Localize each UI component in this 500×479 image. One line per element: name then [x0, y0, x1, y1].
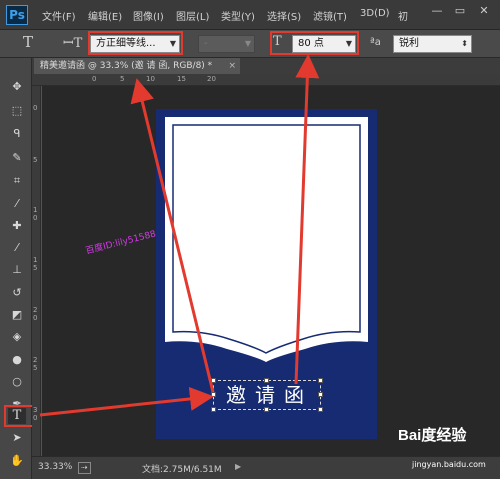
dodge-icon[interactable]: ○ [8, 374, 26, 390]
ruler-tick: 0 [92, 75, 97, 83]
transform-handle[interactable] [318, 392, 323, 397]
ruler-tick: 0 [33, 104, 38, 112]
path-select-icon[interactable]: ➤ [8, 430, 26, 446]
ruler-tick: 20 [207, 75, 216, 83]
menu-3d[interactable]: 3D(D) [360, 8, 390, 19]
invitation-title[interactable]: 邀请函 [226, 379, 313, 408]
menu-edit[interactable]: 编辑(E) [88, 8, 122, 23]
font-style-value: - [204, 38, 208, 49]
baidu-logo: Bai度经验 [398, 427, 467, 444]
options-bar: T ꟷT 方正细等线... ▼ - ▼ T 80 点 ▼ ªa 锐利 ⬍ [0, 30, 500, 58]
chevron-down-icon: ▼ [244, 39, 251, 48]
transform-handle[interactable] [211, 378, 216, 383]
brush-icon[interactable]: ⁄ [8, 240, 26, 256]
export-icon[interactable]: ⇢ [78, 462, 91, 474]
menu-file[interactable]: 文件(F) [42, 8, 76, 23]
transform-handle[interactable] [211, 392, 216, 397]
menu-view[interactable]: 初 [398, 8, 408, 23]
ruler-tick: 2 5 [33, 356, 38, 372]
menu-type[interactable]: 类型(Y) [221, 8, 255, 23]
antialias-value: 锐利 [399, 38, 419, 49]
text-tool-icon[interactable]: T [23, 33, 33, 51]
document-tab[interactable]: 精美邀请函 @ 33.3% (邀 请 函, RGB/8) * × [34, 58, 240, 74]
antialias-select[interactable]: 锐利 ⬍ [393, 35, 472, 53]
vertical-ruler: 0 5 1 0 1 5 2 0 2 5 3 0 [32, 86, 41, 456]
ruler-tick: 3 0 [33, 406, 38, 422]
ruler-tick: 2 0 [33, 306, 38, 322]
font-size-highlight [270, 31, 359, 55]
move-tool-icon[interactable]: ✥ [8, 79, 26, 95]
baidu-brand: Bai度经验 jingyan.baidu.com [398, 424, 498, 476]
lasso-icon[interactable]: ᑫ [8, 126, 26, 142]
quick-select-icon[interactable]: ✎ [8, 150, 26, 166]
history-brush-icon[interactable]: ↺ [8, 285, 26, 301]
hand-icon[interactable]: ✋ [8, 453, 26, 469]
paint-bucket-icon[interactable]: ◈ [8, 329, 26, 345]
baidu-url: jingyan.baidu.com [412, 460, 486, 469]
chevron-down-icon: ⬍ [461, 39, 468, 48]
ruler-tick: 1 5 [33, 256, 38, 272]
clone-stamp-icon[interactable]: ⊥ [8, 262, 26, 278]
font-style-select[interactable]: - ▼ [198, 35, 255, 53]
app-logo: Ps [6, 5, 28, 25]
healing-brush-icon[interactable]: ✚ [8, 218, 26, 234]
menu-bar: Ps 文件(F) 编辑(E) 图像(I) 图层(L) 类型(Y) 选择(S) 滤… [0, 0, 500, 30]
transform-handle[interactable] [318, 378, 323, 383]
eyedropper-icon[interactable]: ⁄ [8, 196, 26, 212]
marquee-icon[interactable]: ⬚ [8, 103, 26, 119]
transform-handle[interactable] [318, 407, 323, 412]
ruler-tick: 5 [120, 75, 125, 83]
text-orientation-icon[interactable]: ꟷT [63, 33, 82, 51]
ruler-tick: 1 0 [33, 206, 38, 222]
tab-bar: 精美邀请函 @ 33.3% (邀 请 函, RGB/8) * × [32, 58, 500, 74]
close-icon[interactable]: × [228, 58, 236, 74]
ruler-tick: 5 [33, 156, 38, 164]
blur-icon[interactable]: ● [8, 352, 26, 368]
document-info: 文档:2.75M/6.51M [142, 465, 222, 475]
eraser-icon[interactable]: ◩ [8, 307, 26, 323]
document-tab-title: 精美邀请函 @ 33.3% (邀 请 函, RGB/8) * [40, 61, 213, 71]
horizontal-ruler: 0 5 10 15 20 [32, 74, 500, 86]
crop-icon[interactable]: ⌗ [8, 173, 26, 189]
transform-handle[interactable] [211, 407, 216, 412]
ruler-tick: 10 [146, 75, 155, 83]
minimize-icon[interactable]: — [430, 4, 444, 18]
menu-layer[interactable]: 图层(L) [176, 8, 209, 23]
close-window-icon[interactable]: ✕ [477, 4, 491, 18]
aa-label: ªa [370, 37, 381, 48]
restore-icon[interactable]: ▭ [453, 4, 467, 18]
menu-filter[interactable]: 滤镜(T) [313, 8, 347, 23]
font-family-highlight [88, 31, 183, 55]
ruler-tick: 15 [177, 75, 186, 83]
menu-select[interactable]: 选择(S) [267, 8, 301, 23]
menu-image[interactable]: 图像(I) [133, 8, 164, 23]
invitation-card [165, 117, 368, 362]
zoom-level[interactable]: 33.33% [38, 462, 72, 472]
arrow-right-icon[interactable]: ▶ [235, 462, 241, 471]
